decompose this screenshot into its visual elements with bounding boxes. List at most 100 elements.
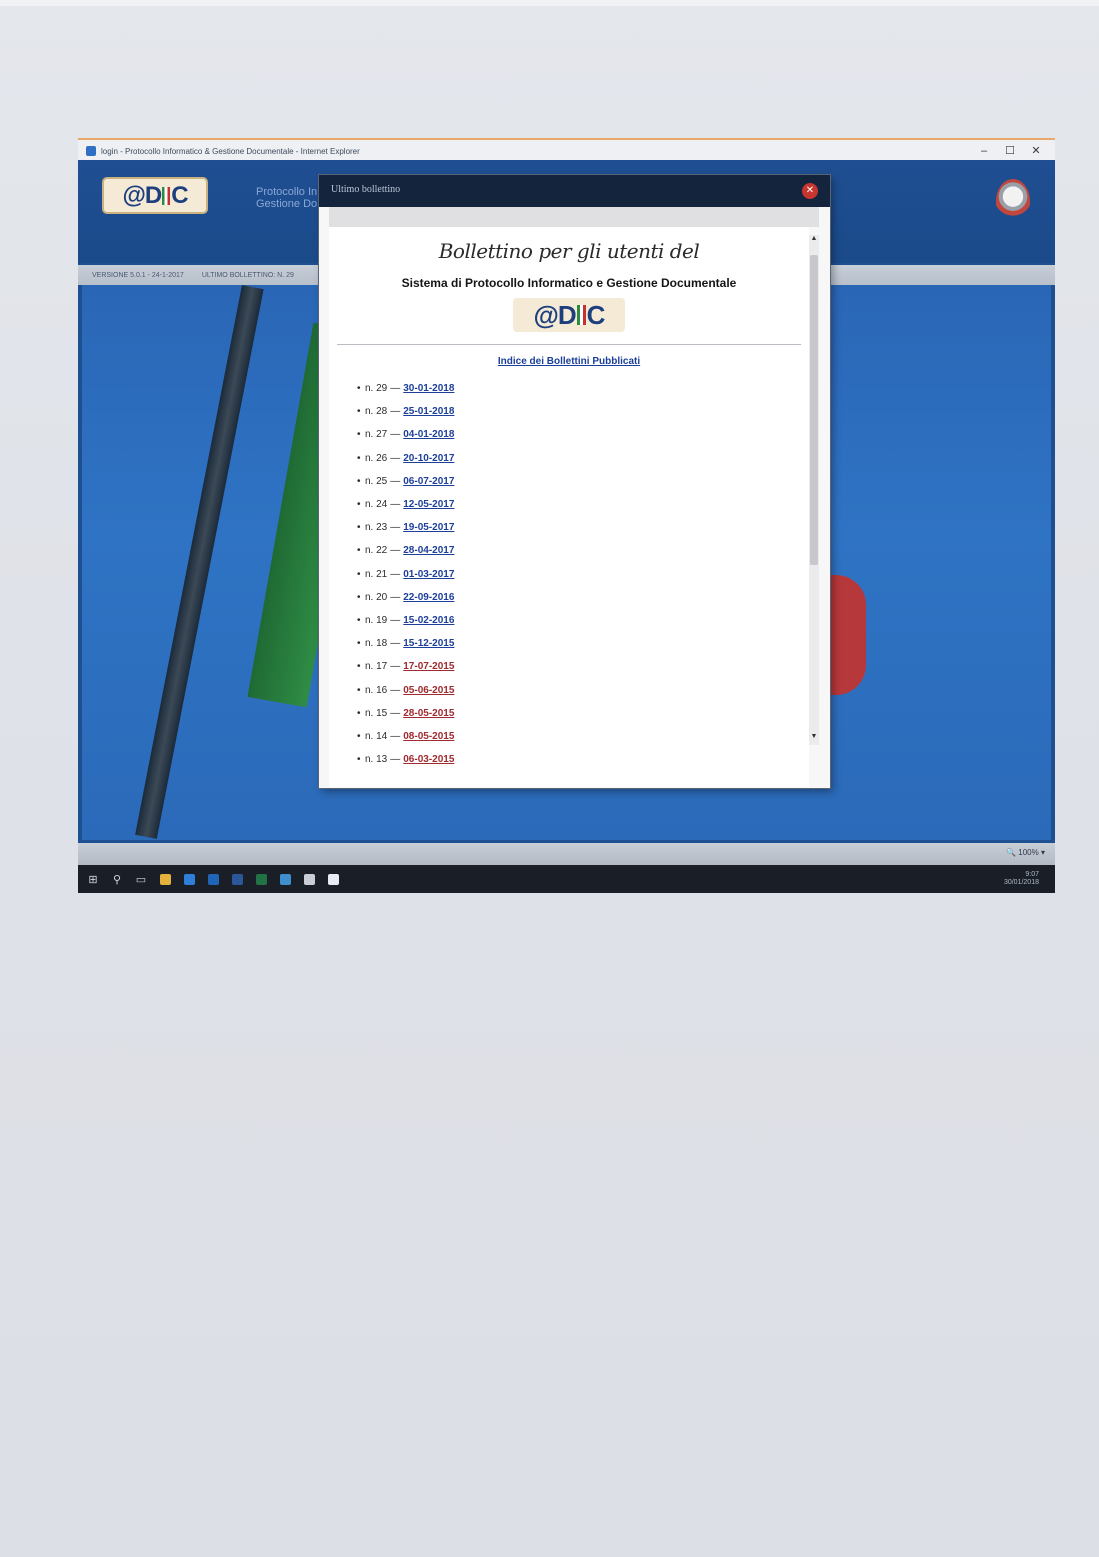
close-window-button[interactable]: ✕ xyxy=(1023,143,1049,159)
modal-band xyxy=(329,207,819,227)
bulletin-number: n. 21 xyxy=(365,568,388,580)
excel-icon[interactable] xyxy=(252,870,270,888)
bulletin-date-link[interactable]: 28-05-2015 xyxy=(403,708,454,719)
bulletin-item: • n. 16—05-06-2015 xyxy=(357,678,657,701)
logo-text-left: @D xyxy=(122,181,162,209)
bulletin-item: • n. 19—15-02-2016 xyxy=(357,609,657,632)
bulletin-date-link[interactable]: 30-01-2018 xyxy=(403,383,454,394)
bulletin-date-link[interactable]: 15-02-2016 xyxy=(403,615,454,626)
logo-flag-icon xyxy=(162,186,171,205)
bulletin-item: • n. 14—08-05-2015 xyxy=(357,725,657,748)
bulletin-date-link[interactable]: 12-05-2017 xyxy=(403,499,454,510)
bulletin-number: n. 16 xyxy=(365,684,388,696)
bulletin-item: • n. 25—06-07-2017 xyxy=(357,470,657,493)
bulletin-logo-right: C xyxy=(586,299,606,330)
tray-time: 9:07 xyxy=(1025,871,1039,878)
zoom-value: 100% xyxy=(1018,848,1039,857)
bulletin-item: • n. 23—19-05-2017 xyxy=(357,516,657,539)
outlook-icon[interactable] xyxy=(204,870,222,888)
modal-scrollbar[interactable]: ▲ ▼ xyxy=(809,235,819,745)
bullet-icon: • xyxy=(357,614,361,626)
header-subtitle-line2: Gestione Do xyxy=(256,198,318,210)
app-icon[interactable] xyxy=(276,870,294,888)
bulletin-index-link[interactable]: Indice dei Bollettini Pubblicati xyxy=(329,356,809,367)
bullet-icon: • xyxy=(357,591,361,603)
bulletin-date-link[interactable]: 06-03-2015 xyxy=(403,754,454,765)
bullet-icon: • xyxy=(357,475,361,487)
bulletin-number: n. 14 xyxy=(365,730,388,742)
bulletin-dash: — xyxy=(390,568,401,580)
bullet-icon: • xyxy=(357,499,361,511)
bulletin-dash: — xyxy=(390,754,401,766)
bulletin-subheading: Sistema di Protocollo Informatico e Gest… xyxy=(401,276,737,290)
bulletin-item: • n. 13—06-03-2015 xyxy=(357,748,657,771)
bulletin-date-link[interactable]: 04-01-2018 xyxy=(403,429,454,440)
document-icon[interactable] xyxy=(324,870,342,888)
task-view-icon[interactable]: ▭ xyxy=(132,870,150,888)
bulletin-item: • n. 28—25-01-2018 xyxy=(357,400,657,423)
zoom-level[interactable]: 🔍 100% ▾ xyxy=(1006,848,1045,857)
flag-pole xyxy=(135,285,264,839)
header-subtitle-line1: Protocollo In xyxy=(256,186,318,198)
start-button[interactable]: ⊞ xyxy=(84,870,102,888)
internet-explorer-taskbar-icon[interactable] xyxy=(180,870,198,888)
bulletin-dash: — xyxy=(390,406,401,418)
minimize-button[interactable]: – xyxy=(971,143,997,159)
bulletin-item: • n. 29—30-01-2018 xyxy=(357,377,657,400)
bulletin-item: • n. 21—01-03-2017 xyxy=(357,563,657,586)
bulletin-heading: Bollettino per gli utenti del xyxy=(438,239,700,263)
bulletin-number: n. 24 xyxy=(365,499,388,511)
bulletin-date-link[interactable]: 08-05-2015 xyxy=(403,731,454,742)
bulletin-number: n. 25 xyxy=(365,475,388,487)
bulletin-dash: — xyxy=(390,522,401,534)
file-explorer-icon[interactable] xyxy=(156,870,174,888)
tray-date: 30/01/2018 xyxy=(1003,879,1039,886)
bulletin-number: n. 20 xyxy=(365,591,388,603)
window-title: login - Protocollo Informatico & Gestion… xyxy=(101,146,360,156)
scroll-up-icon[interactable]: ▲ xyxy=(809,235,819,247)
bulletin-dash: — xyxy=(390,499,401,511)
windows-taskbar: ⊞ ⚲ ▭ 9:07 30/01/2018 xyxy=(78,865,1055,893)
scroll-thumb[interactable] xyxy=(810,255,818,565)
bulletin-date-link[interactable]: 17-07-2015 xyxy=(403,661,454,672)
bulletin-date-link[interactable]: 28-04-2017 xyxy=(403,545,454,556)
modal-body: Bollettino per gli utenti del Sistema di… xyxy=(329,227,809,787)
bullet-icon: • xyxy=(357,568,361,580)
bulletin-dash: — xyxy=(390,545,401,557)
italian-republic-emblem-icon xyxy=(996,179,1030,223)
bulletin-item: • n. 26—20-10-2017 xyxy=(357,447,657,470)
bulletin-date-link[interactable]: 20-10-2017 xyxy=(403,453,454,464)
calculator-icon[interactable] xyxy=(300,870,318,888)
bullet-icon: • xyxy=(357,522,361,534)
bulletin-logo-left: @D xyxy=(533,299,577,330)
bulletin-date-link[interactable]: 19-05-2017 xyxy=(403,522,454,533)
scroll-down-icon[interactable]: ▼ xyxy=(809,733,819,745)
word-icon[interactable] xyxy=(228,870,246,888)
window-titlebar: login - Protocollo Informatico & Gestion… xyxy=(78,138,1055,162)
bulletin-number: n. 13 xyxy=(365,754,388,766)
bulletin-date-link[interactable]: 22-09-2016 xyxy=(403,592,454,603)
bulletin-number: n. 22 xyxy=(365,545,388,557)
modal-close-button[interactable]: ✕ xyxy=(802,183,818,199)
flag-red-stripe xyxy=(830,575,866,695)
modal-header: Ultimo bollettino ✕ xyxy=(319,175,830,207)
bulletin-dash: — xyxy=(390,661,401,673)
bulletin-dash: — xyxy=(390,707,401,719)
bullet-icon: • xyxy=(357,406,361,418)
bulletin-adoc-logo: @D C xyxy=(513,298,625,332)
search-icon[interactable]: ⚲ xyxy=(108,870,126,888)
bulletin-date-link[interactable]: 06-07-2017 xyxy=(403,476,454,487)
bulletin-date-link[interactable]: 05-06-2015 xyxy=(403,685,454,696)
last-bulletin-label[interactable]: ULTIMO BOLLETTINO: N. 29 xyxy=(202,272,294,279)
bullet-icon: • xyxy=(357,754,361,766)
bulletin-date-link[interactable]: 25-01-2018 xyxy=(403,406,454,417)
bulletin-number: n. 27 xyxy=(365,429,388,441)
bullet-icon: • xyxy=(357,452,361,464)
bulletin-number: n. 15 xyxy=(365,707,388,719)
system-tray[interactable]: 9:07 30/01/2018 xyxy=(1004,871,1039,887)
maximize-button[interactable]: ☐ xyxy=(997,143,1023,159)
bulletin-date-link[interactable]: 15-12-2015 xyxy=(403,638,454,649)
bulletin-modal: Ultimo bollettino ✕ Bollettino per gli u… xyxy=(319,175,830,788)
bulletin-dash: — xyxy=(390,383,401,395)
bulletin-date-link[interactable]: 01-03-2017 xyxy=(403,569,454,580)
